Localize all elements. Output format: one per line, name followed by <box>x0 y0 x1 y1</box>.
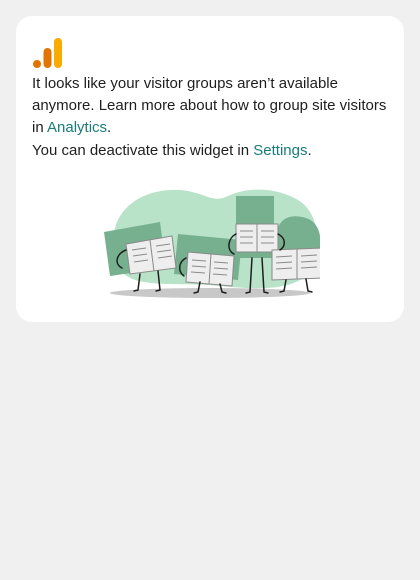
deactivate-message-text: You can deactivate this widget in <box>32 142 254 159</box>
newspaper-3 <box>235 223 279 253</box>
settings-link[interactable]: Settings <box>253 142 307 159</box>
google-analytics-logo-icon <box>33 38 62 68</box>
newspaper-4 <box>271 247 320 281</box>
deactivate-message: You can deactivate this widget in Settin… <box>32 140 392 162</box>
deactivate-message-end: . <box>307 142 312 159</box>
newspaper-2 <box>185 251 235 287</box>
unavailable-message: It looks like your visitor groups aren’t… <box>32 73 392 139</box>
people-reading-newspapers-illustration <box>104 189 320 298</box>
unavailable-message-end: . <box>107 119 112 136</box>
ground-shadow <box>110 288 310 298</box>
analytics-link[interactable]: Analytics <box>47 119 107 136</box>
visitor-groups-widget-card: It looks like your visitor groups aren’t… <box>16 16 404 322</box>
